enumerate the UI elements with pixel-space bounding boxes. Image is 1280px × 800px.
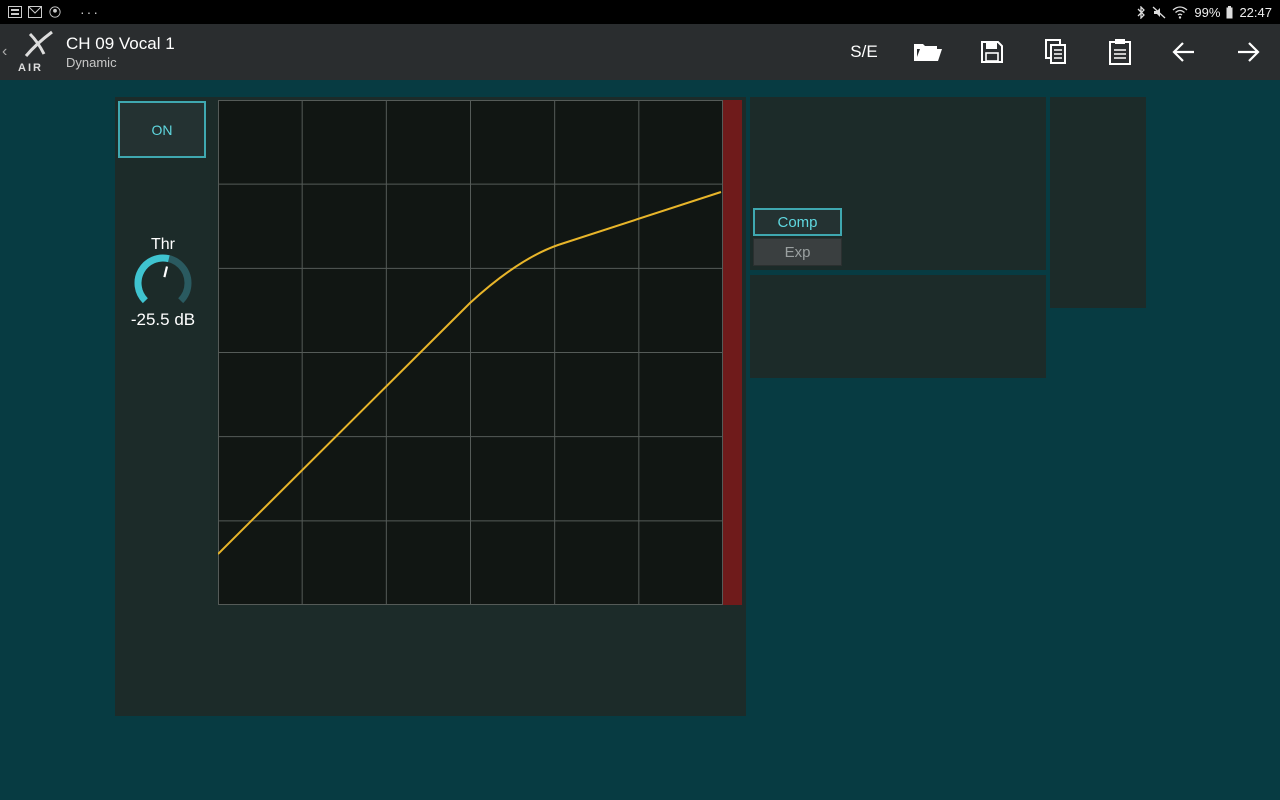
channel-title: CH 09 Vocal 1 [66,34,175,53]
side-panel-right [1050,97,1146,308]
threshold-knob[interactable] [132,254,194,308]
copy-button[interactable] [1024,24,1088,80]
x-air-logo[interactable]: AIR [18,30,58,74]
folder-open-icon [914,44,942,61]
transfer-curve [218,191,722,555]
app-bar: ‹ AIR CH 09 Vocal 1 Dynamic S/E [0,24,1280,80]
toolbar: S/E [832,24,1280,80]
arrow-right-icon [1238,42,1260,62]
battery-percent: 99% [1194,4,1221,20]
logo-air-text: AIR [18,62,43,74]
clock: 22:47 [1239,4,1272,20]
more-notifications-icon: ··· [80,4,100,20]
open-folder-button[interactable] [896,24,960,80]
mute-icon [1152,6,1166,18]
arrow-left-icon [1172,42,1194,62]
threshold-label: Thr [151,236,175,253]
side-panel-lower [750,275,1046,378]
chevron-left-icon[interactable]: ‹ [2,43,16,61]
status-bar: ··· 99% 22:47 [0,0,1280,24]
battery-icon [1226,5,1233,18]
compressor-curve-graph[interactable] [218,100,723,605]
comp-mode-button[interactable]: Comp [753,208,842,236]
wifi-icon [1172,5,1188,19]
gmail-icon [28,6,42,18]
knob-indicator [163,266,169,278]
clipboard-icon [1109,39,1131,65]
knob-fill [134,254,170,304]
save-button[interactable] [960,24,1024,80]
page-subtitle: Dynamic [66,55,117,70]
account-icon [49,6,61,18]
on-button[interactable]: ON [118,101,206,158]
save-icon [981,41,1003,63]
threshold-control: Thr -25.5 dB [115,236,211,330]
bluetooth-icon [1137,5,1146,19]
se-button[interactable]: S/E [832,24,896,80]
undo-button[interactable] [1152,24,1216,80]
copy-icon [1045,39,1066,64]
exp-mode-button[interactable]: Exp [753,238,842,266]
graph-grid [218,100,723,605]
threshold-value: -25.5 dB [130,310,196,329]
redo-button[interactable] [1216,24,1280,80]
se-label: S/E [850,42,878,61]
notification-icon [8,6,22,18]
paste-button[interactable] [1088,24,1152,80]
gain-reduction-meter [723,100,742,605]
x-logo-icon [24,30,53,57]
